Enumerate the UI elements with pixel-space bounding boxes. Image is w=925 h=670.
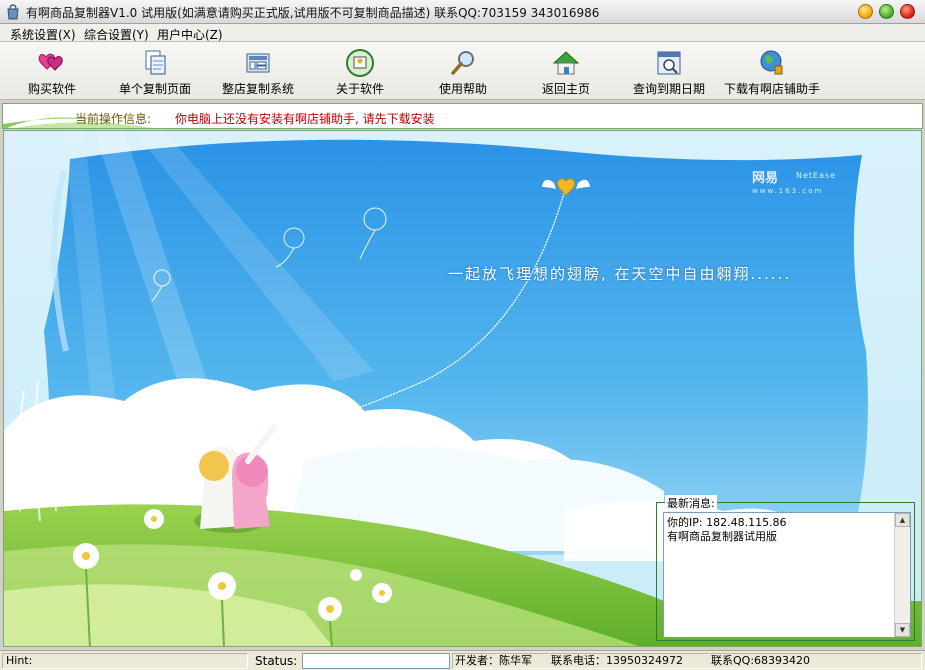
news-scrollbar[interactable]: ▲ ▼: [894, 513, 910, 637]
about-icon: [346, 49, 374, 77]
news-line-version: 有啊商品复制器试用版: [667, 530, 777, 543]
help-label: 使用帮助: [438, 82, 487, 96]
buy-software-button[interactable]: 购买软件: [0, 44, 104, 98]
calendar-search-icon: [657, 51, 681, 75]
status-label: Status:: [255, 654, 298, 668]
brand-en: NetEase: [796, 171, 837, 180]
about-software-label: 关于软件: [335, 82, 384, 96]
developer-text: 开发者：陈华军: [455, 654, 532, 667]
brand-url: www.163.com: [752, 187, 824, 195]
home-label: 返回主页: [541, 82, 590, 96]
status-bar: Hint: Status: 开发者：陈华军 联系电话：13950324972 联…: [0, 650, 925, 670]
contact-field: 开发者：陈华军 联系电话：13950324972 联系QQ:68393420: [452, 653, 922, 669]
home-icon: [552, 51, 580, 75]
query-expiry-button[interactable]: 查询到期日期: [617, 44, 721, 98]
home-button[interactable]: 返回主页: [514, 44, 618, 98]
news-line-ip: 你的IP: 182.48.115.86: [667, 516, 787, 529]
news-title: 最新消息:: [665, 495, 717, 511]
menu-system-settings[interactable]: 系统设置(X): [10, 26, 76, 43]
single-copy-button[interactable]: 单个复制页面: [103, 44, 207, 98]
buy-software-label: 购买软件: [27, 82, 76, 96]
store-copy-icon: [246, 53, 270, 73]
news-panel: 最新消息: 你的IP: 182.48.115.86 有啊商品复制器试用版 ▲ ▼: [656, 495, 915, 641]
help-button[interactable]: 使用帮助: [411, 44, 515, 98]
hint-field: Hint:: [2, 653, 248, 669]
download-assistant-label: 下载有啊店铺助手: [723, 82, 820, 96]
magnifier-icon: [451, 51, 474, 75]
menu-general-settings[interactable]: 综合设置(Y): [84, 26, 149, 43]
hint-label: Hint:: [6, 654, 33, 667]
slogan-text: 一起放飞理想的翅膀, 在天空中自由翱翔......: [448, 265, 792, 283]
query-expiry-label: 查询到期日期: [632, 82, 705, 96]
operation-info-bar: 当前操作信息: 你电脑上还没有安装有啊店铺助手, 请先下载安装: [2, 103, 923, 129]
operation-info-message: 你电脑上还没有安装有啊店铺助手, 请先下载安装: [175, 112, 435, 126]
title-bar: 有啊商品复制器V1.0 试用版(如满意请购买正式版,试用版不可复制商品描述) 联…: [0, 0, 925, 24]
minimize-button[interactable]: [858, 4, 873, 19]
operation-info-label: 当前操作信息:: [75, 112, 152, 126]
scroll-up-icon[interactable]: ▲: [895, 513, 910, 527]
close-button[interactable]: [900, 4, 915, 19]
status-field: [302, 653, 450, 669]
globe-download-icon: [760, 50, 783, 75]
menu-user-center[interactable]: 用户中心(Z): [157, 26, 223, 43]
news-content: 你的IP: 182.48.115.86 有啊商品复制器试用版: [667, 516, 787, 544]
single-copy-label: 单个复制页面: [118, 82, 191, 96]
hearts-icon: [38, 53, 63, 71]
about-software-button[interactable]: 关于软件: [308, 44, 412, 98]
document-copy-icon: [145, 50, 166, 75]
download-assistant-button[interactable]: 下载有啊店铺助手: [720, 44, 824, 98]
menu-bar: 系统设置(X) 综合设置(Y) 用户中心(Z): [0, 24, 925, 42]
news-textarea[interactable]: 你的IP: 182.48.115.86 有啊商品复制器试用版 ▲ ▼: [663, 512, 911, 638]
brand-cn: 网易: [752, 171, 779, 186]
store-copy-label: 整店复制系统: [221, 82, 294, 96]
window-title: 有啊商品复制器V1.0 试用版(如满意请购买正式版,试用版不可复制商品描述) 联…: [26, 6, 600, 20]
toolbar: 购买软件 单个复制页面 整店复制系统 关于软件 使用帮助 返回主页 查询到期日期…: [0, 42, 925, 100]
phone-text: 联系电话：13950324972: [551, 654, 683, 667]
store-copy-button[interactable]: 整店复制系统: [206, 44, 310, 98]
qq-text: 联系QQ:68393420: [711, 654, 811, 667]
scroll-down-icon[interactable]: ▼: [895, 623, 910, 637]
maximize-button[interactable]: [879, 4, 894, 19]
app-icon: [7, 4, 19, 20]
